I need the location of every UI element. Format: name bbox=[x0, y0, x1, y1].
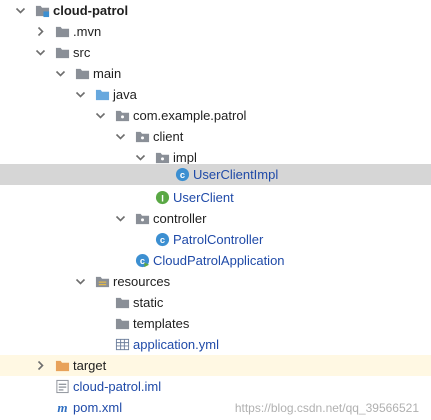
tree-label: target bbox=[73, 358, 107, 373]
chevron-right-icon[interactable] bbox=[35, 360, 46, 371]
module-file-icon bbox=[56, 379, 69, 394]
tree-label: java bbox=[113, 87, 137, 102]
tree-row-client[interactable]: client bbox=[0, 126, 431, 147]
tree-label: com.example.patrol bbox=[133, 108, 247, 123]
tree-row-src[interactable]: src bbox=[0, 42, 431, 63]
svg-text:c: c bbox=[180, 170, 185, 180]
folder-icon bbox=[75, 68, 90, 80]
tree-label: client bbox=[153, 129, 184, 144]
tree-label: impl bbox=[173, 150, 197, 165]
chevron-right-icon[interactable] bbox=[35, 26, 46, 37]
tree-label: controller bbox=[153, 211, 207, 226]
tree-label: .mvn bbox=[73, 24, 102, 39]
tree-row-templates[interactable]: templates bbox=[0, 313, 431, 334]
chevron-down-icon[interactable] bbox=[35, 47, 46, 58]
tree-row-application-yml[interactable]: application.yml bbox=[0, 334, 431, 355]
chevron-down-icon[interactable] bbox=[75, 276, 86, 287]
tree-label: pom.xml bbox=[73, 400, 123, 415]
chevron-down-icon[interactable] bbox=[75, 89, 86, 100]
config-file-icon bbox=[115, 338, 130, 351]
folder-icon bbox=[55, 47, 70, 59]
folder-icon bbox=[115, 318, 130, 330]
chevron-down-icon[interactable] bbox=[15, 5, 26, 16]
tree-label: cloud-patrol bbox=[53, 3, 129, 18]
tree-label: main bbox=[93, 66, 122, 81]
tree-label: src bbox=[73, 45, 91, 60]
tree-label: UserClient bbox=[173, 190, 234, 205]
project-folder-icon bbox=[35, 5, 50, 18]
tree-label: CloudPatrolApplication bbox=[153, 253, 285, 268]
tree-label: resources bbox=[113, 274, 171, 289]
tree-label: PatrolController bbox=[173, 232, 264, 247]
class-icon: c bbox=[155, 232, 170, 247]
tree-row-java[interactable]: java bbox=[0, 84, 431, 105]
package-icon bbox=[155, 152, 170, 164]
interface-icon: I bbox=[155, 190, 170, 205]
tree-row-controller[interactable]: controller bbox=[0, 208, 431, 229]
chevron-down-icon[interactable] bbox=[115, 213, 126, 224]
folder-icon bbox=[115, 297, 130, 309]
package-icon bbox=[115, 110, 130, 122]
runnable-class-icon: c bbox=[135, 253, 150, 268]
svg-text:c: c bbox=[160, 235, 165, 245]
tree-row-target[interactable]: target bbox=[0, 355, 431, 376]
tree-label: templates bbox=[133, 316, 190, 331]
svg-text:c: c bbox=[140, 256, 145, 266]
tree-row-cloud-patrol-application[interactable]: c CloudPatrolApplication bbox=[0, 250, 431, 271]
tree-row-mvn[interactable]: .mvn bbox=[0, 21, 431, 42]
class-icon: c bbox=[175, 167, 190, 182]
chevron-down-icon[interactable] bbox=[115, 131, 126, 142]
tree-row-main[interactable]: main bbox=[0, 63, 431, 84]
tree-row-user-client-impl[interactable]: c UserClientImpl bbox=[0, 164, 431, 185]
tree-row-resources[interactable]: resources bbox=[0, 271, 431, 292]
resources-folder-icon bbox=[95, 276, 110, 288]
tree-row-patrol-controller[interactable]: c PatrolController bbox=[0, 229, 431, 250]
chevron-down-icon[interactable] bbox=[55, 68, 66, 79]
project-tree: cloud-patrol .mvn src main java com.exam… bbox=[0, 0, 431, 420]
tree-row-static[interactable]: static bbox=[0, 292, 431, 313]
chevron-down-icon[interactable] bbox=[135, 152, 146, 163]
chevron-down-icon[interactable] bbox=[95, 110, 106, 121]
svg-text:m: m bbox=[57, 400, 67, 415]
excluded-folder-icon bbox=[55, 360, 70, 372]
package-icon bbox=[135, 131, 150, 143]
tree-label: UserClientImpl bbox=[193, 167, 279, 182]
svg-text:I: I bbox=[161, 193, 164, 203]
tree-label: cloud-patrol.iml bbox=[73, 379, 162, 394]
tree-row-cloud-patrol[interactable]: cloud-patrol bbox=[0, 0, 431, 21]
tree-row-user-client[interactable]: I UserClient bbox=[0, 187, 431, 208]
tree-row-package[interactable]: com.example.patrol bbox=[0, 105, 431, 126]
watermark: https://blog.csdn.net/qq_39566521 bbox=[234, 401, 419, 415]
tree-row-iml[interactable]: cloud-patrol.iml bbox=[0, 376, 431, 397]
tree-label: static bbox=[133, 295, 164, 310]
tree-label: application.yml bbox=[133, 337, 219, 352]
folder-icon bbox=[55, 26, 70, 38]
package-icon bbox=[135, 213, 150, 225]
maven-icon: m bbox=[57, 400, 67, 415]
source-folder-icon bbox=[95, 89, 110, 101]
